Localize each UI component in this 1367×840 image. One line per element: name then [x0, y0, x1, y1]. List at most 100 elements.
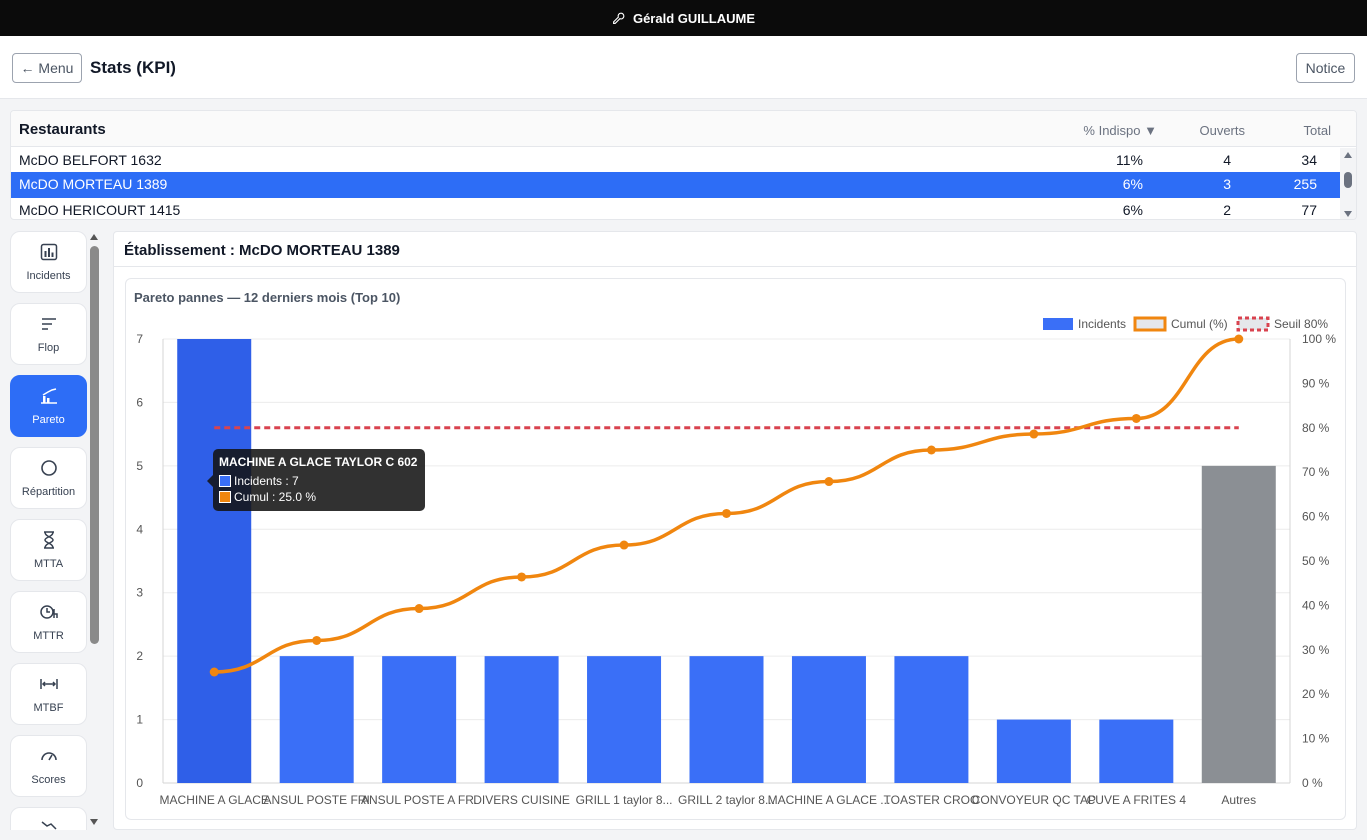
sidebar-scrollbar[interactable] — [90, 230, 102, 830]
x-tick-label: ANSUL POSTE A FR. — [361, 793, 477, 807]
sidebar-item-mtta[interactable]: MTTA — [10, 519, 87, 581]
sidebar-item-mtbf[interactable]: MTBF — [10, 663, 87, 725]
table-row-selected[interactable]: McDO MORTEAU 1389 6% 3 255 — [11, 172, 1342, 198]
y-tick-label: 3 — [136, 586, 143, 600]
bar — [587, 656, 662, 783]
y-tick-label: 0 — [136, 776, 143, 790]
cumul-point — [1029, 429, 1039, 439]
cumul-point — [722, 508, 731, 518]
cumul-point — [1234, 334, 1244, 344]
kpi-sidebar: Incidents Flop Pareto Répartition MTTA M… — [10, 230, 104, 830]
bar — [894, 656, 969, 783]
y2-tick-label: 10 % — [1302, 732, 1330, 746]
y2-tick-label: 50 % — [1302, 554, 1330, 568]
scroll-up-icon[interactable] — [1344, 152, 1352, 158]
gauge-icon — [40, 752, 57, 761]
column-header-indispo[interactable]: % Indispo ▼ — [1083, 123, 1157, 138]
arrows-h-icon — [39, 679, 58, 689]
legend-swatch-seuil — [1236, 316, 1270, 332]
y-tick-label: 6 — [136, 395, 143, 409]
bar — [279, 656, 354, 783]
table-row[interactable]: McDO BELFORT 1632 11% 4 34 — [11, 148, 1342, 174]
cumul-point — [312, 635, 322, 645]
y2-tick-label: 90 % — [1302, 376, 1330, 390]
sidebar-item-pareto[interactable]: Pareto — [10, 375, 87, 437]
y2-tick-label: 20 % — [1302, 687, 1330, 701]
notice-button[interactable]: Notice — [1296, 53, 1355, 83]
bar-chart-icon — [40, 243, 57, 261]
y-tick-label: 2 — [136, 649, 143, 663]
list-icon — [41, 318, 56, 330]
x-tick-label: Autres — [1221, 793, 1256, 807]
legend-swatch-incidents — [1043, 318, 1073, 330]
column-header-ouverts[interactable]: Ouverts — [1199, 123, 1245, 138]
chart-tooltip: MACHINE A GLACE TAYLOR C 602 Incidents :… — [207, 449, 425, 511]
tooltip-title: MACHINE A GLACE TAYLOR C 602 — [219, 455, 418, 469]
bar — [382, 656, 457, 783]
pareto-icon — [40, 388, 57, 404]
x-tick-label: CUVE A FRITES 4 — [1087, 793, 1187, 807]
x-tick-label: GRILL 1 taylor 8... — [576, 793, 673, 807]
table-title: Restaurants — [19, 121, 106, 138]
cumul-point — [926, 445, 936, 455]
page-title: Stats (KPI) — [90, 58, 176, 77]
scroll-up-icon[interactable] — [90, 234, 98, 240]
tooltip-swatch — [219, 491, 231, 503]
scroll-down-icon[interactable] — [90, 819, 98, 825]
sidebar-item-scores[interactable]: Scores — [10, 735, 87, 797]
legend-swatch-cumul — [1133, 316, 1167, 332]
user-name: Gérald GUILLAUME — [632, 10, 756, 26]
column-header-total[interactable]: Total — [1304, 123, 1331, 138]
x-tick-label: MACHINE A GLACE — [160, 793, 269, 807]
cumul-point — [1131, 413, 1141, 423]
top-bar: Gérald GUILLAUME — [0, 0, 1367, 36]
table-row[interactable]: McDO HERICOURT 1415 6% 2 77 — [11, 198, 1342, 219]
main-panel: Établissement : McDO MORTEAU 1389 Pareto… — [113, 231, 1357, 830]
sort-desc-icon: ▼ — [1144, 123, 1157, 138]
bar — [177, 339, 252, 783]
clock-h-icon — [39, 605, 58, 619]
bar — [484, 656, 559, 783]
bar — [1201, 465, 1276, 783]
page-header: ← Menu Stats (KPI) Notice — [0, 36, 1367, 99]
bar — [689, 656, 764, 783]
legend-label-cumul: Cumul (%) — [1171, 317, 1228, 331]
cumul-point — [414, 604, 424, 614]
table-header: Restaurants % Indispo ▼ Ouverts Total — [11, 111, 1356, 147]
scroll-thumb[interactable] — [90, 246, 99, 644]
x-tick-label: CONVOYEUR QC TAP — [972, 793, 1096, 807]
cumul-point — [824, 477, 834, 487]
legend-label-seuil: Seuil 80% — [1274, 317, 1328, 331]
x-tick-label: DIVERS CUISINE — [473, 793, 570, 807]
circle-icon — [40, 460, 57, 476]
y2-tick-label: 60 % — [1302, 510, 1330, 524]
tooltip-swatch — [219, 475, 231, 487]
x-tick-label: GRILL 2 taylor 8... — [678, 793, 775, 807]
hourglass-icon — [43, 531, 54, 549]
cumul-point — [619, 540, 629, 550]
y-tick-label: 5 — [136, 459, 143, 473]
bar — [996, 719, 1071, 783]
wrench-icon — [613, 12, 625, 24]
sidebar-item-mttr[interactable]: MTTR — [10, 591, 87, 653]
sidebar-item-repartition[interactable]: Répartition — [10, 447, 87, 509]
x-tick-label: ANSUL POSTE FRI — [264, 793, 370, 807]
tooltip-incidents: Incidents : 7 — [219, 473, 419, 489]
etablissement-title: Établissement : McDO MORTEAU 1389 — [124, 242, 400, 259]
cumul-point — [517, 572, 527, 582]
sidebar-item-incidents[interactable]: Incidents — [10, 231, 87, 293]
scroll-down-icon[interactable] — [1344, 211, 1352, 217]
cumul-point — [209, 667, 219, 677]
y2-tick-label: 30 % — [1302, 643, 1330, 657]
menu-button[interactable]: ← Menu — [12, 53, 82, 83]
pareto-chart-card: Pareto pannes — 12 derniers mois (Top 10… — [125, 278, 1346, 820]
scroll-thumb[interactable] — [1344, 172, 1352, 188]
table-scrollbar[interactable] — [1340, 148, 1356, 219]
tooltip-cumul: Cumul : 25.0 % — [219, 489, 419, 505]
y2-tick-label: 80 % — [1302, 421, 1330, 435]
sidebar-item-flop[interactable]: Flop — [10, 303, 87, 365]
sidebar-item-partial[interactable] — [10, 807, 87, 830]
y-tick-label: 7 — [136, 332, 143, 346]
trend-icon — [41, 821, 57, 830]
y2-tick-label: 0 % — [1302, 776, 1323, 790]
